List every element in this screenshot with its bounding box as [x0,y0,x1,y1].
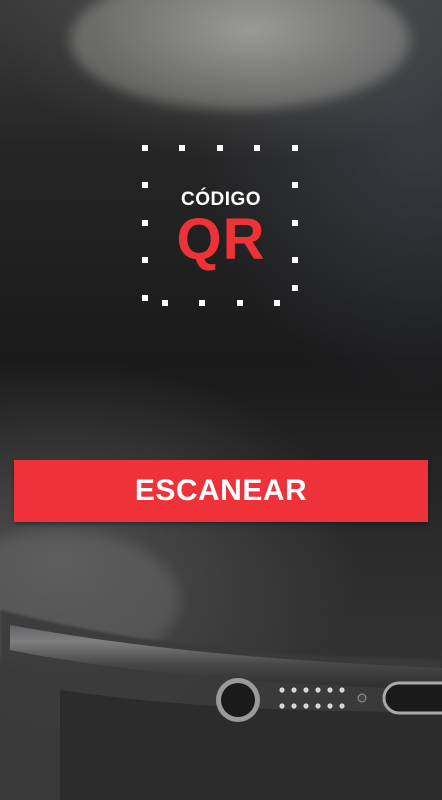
app-screen: CÓDIGO QR ESCANEAR [0,0,442,800]
frame-dot [142,145,148,151]
frame-dot [162,300,168,306]
frame-dot [179,145,185,151]
frame-dot [292,182,298,188]
frame-dot [237,300,243,306]
qr-logo: CÓDIGO QR [142,145,300,307]
frame-dot [142,182,148,188]
frame-dot [292,145,298,151]
frame-dot [292,285,298,291]
background-phone-image [0,0,442,800]
frame-dot [217,145,223,151]
frame-dot [274,300,280,306]
logo-main-text: QR [176,207,266,272]
scan-button[interactable]: ESCANEAR [14,460,428,522]
frame-dot [142,295,148,301]
frame-dot [254,145,260,151]
frame-dot [199,300,205,306]
